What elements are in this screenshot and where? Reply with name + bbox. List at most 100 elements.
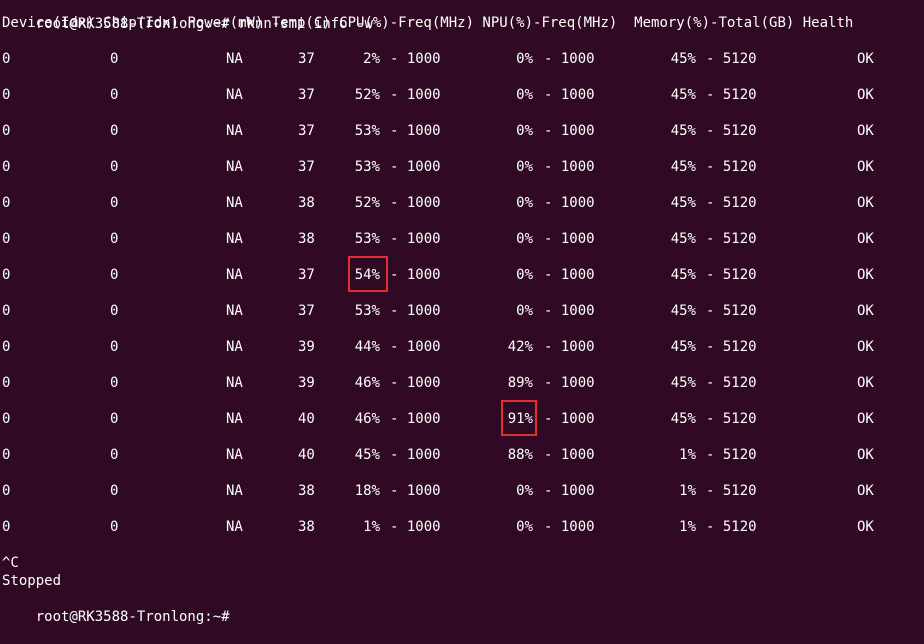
cell-chip: 0 [110, 339, 119, 355]
cell-device: 0 [2, 483, 11, 499]
cell-npu-freq: - 1000 [544, 483, 595, 499]
cell-mem-total: - 5120 [706, 87, 757, 103]
stopped-text: Stopped [2, 573, 62, 589]
cell-health: OK [857, 411, 874, 427]
final-prompt[interactable]: root@RK3588-Tronlong:~# [2, 590, 230, 625]
cell-power: NA [226, 195, 243, 211]
cell-chip: 0 [110, 411, 119, 427]
cell-chip: 0 [110, 267, 119, 283]
cell-npu-freq: - 1000 [544, 519, 595, 535]
cell-cpu-freq: - 1000 [390, 267, 441, 283]
cell-npu-freq: - 1000 [544, 231, 595, 247]
cell-npu: 88% [507, 447, 533, 463]
highlight-npu-91 [501, 400, 537, 436]
cell-npu: 0% [516, 51, 533, 67]
cell-npu: 0% [516, 195, 533, 211]
cell-mem-total: - 5120 [706, 447, 757, 463]
cell-npu-freq: - 1000 [544, 339, 595, 355]
cell-mem: 45% [670, 267, 696, 283]
cell-mem-total: - 5120 [706, 123, 757, 139]
cell-npu: 89% [507, 375, 533, 391]
cell-npu-freq: - 1000 [544, 159, 595, 175]
cell-npu: 0% [516, 519, 533, 535]
cell-cpu-freq: - 1000 [390, 339, 441, 355]
cell-temp: 40 [298, 411, 315, 427]
cell-cpu: 18% [354, 483, 380, 499]
cell-device: 0 [2, 519, 11, 535]
cell-npu-freq: - 1000 [544, 375, 595, 391]
cell-temp: 39 [298, 339, 315, 355]
cell-mem-total: - 5120 [706, 159, 757, 175]
cell-mem: 1% [679, 519, 696, 535]
cell-npu-freq: - 1000 [544, 411, 595, 427]
cell-npu: 0% [516, 159, 533, 175]
cell-temp: 39 [298, 375, 315, 391]
cell-mem-total: - 5120 [706, 303, 757, 319]
cell-temp: 37 [298, 51, 315, 67]
cell-mem-total: - 5120 [706, 483, 757, 499]
cell-power: NA [226, 447, 243, 463]
cell-npu: 0% [516, 231, 533, 247]
cell-cpu-freq: - 1000 [390, 447, 441, 463]
cell-mem-total: - 5120 [706, 267, 757, 283]
cell-mem-total: - 5120 [706, 519, 757, 535]
cell-npu-freq: - 1000 [544, 51, 595, 67]
cell-npu-freq: - 1000 [544, 195, 595, 211]
cell-cpu: 53% [354, 123, 380, 139]
cell-chip: 0 [110, 447, 119, 463]
cell-npu: 0% [516, 483, 533, 499]
cell-device: 0 [2, 375, 11, 391]
cell-power: NA [226, 267, 243, 283]
cell-mem: 45% [670, 123, 696, 139]
cell-device: 0 [2, 447, 11, 463]
cell-power: NA [226, 411, 243, 427]
cell-health: OK [857, 339, 874, 355]
cell-npu: 0% [516, 123, 533, 139]
cell-chip: 0 [110, 519, 119, 535]
cell-temp: 37 [298, 123, 315, 139]
cell-power: NA [226, 87, 243, 103]
cell-mem: 1% [679, 483, 696, 499]
cell-cpu-freq: - 1000 [390, 519, 441, 535]
cell-power: NA [226, 519, 243, 535]
cell-device: 0 [2, 87, 11, 103]
cell-device: 0 [2, 231, 11, 247]
cell-cpu-freq: - 1000 [390, 411, 441, 427]
cell-temp: 40 [298, 447, 315, 463]
cell-cpu-freq: - 1000 [390, 195, 441, 211]
cell-npu: 42% [507, 339, 533, 355]
cell-health: OK [857, 231, 874, 247]
cell-health: OK [857, 123, 874, 139]
cell-chip: 0 [110, 375, 119, 391]
cell-temp: 38 [298, 519, 315, 535]
cell-cpu: 44% [354, 339, 380, 355]
cell-mem: 45% [670, 51, 696, 67]
cell-power: NA [226, 339, 243, 355]
cell-npu-freq: - 1000 [544, 447, 595, 463]
cell-cpu-freq: - 1000 [390, 375, 441, 391]
cell-cpu-freq: - 1000 [390, 483, 441, 499]
cell-mem-total: - 5120 [706, 231, 757, 247]
cell-temp: 38 [298, 483, 315, 499]
cell-npu: 0% [516, 267, 533, 283]
cell-mem: 1% [679, 447, 696, 463]
cell-device: 0 [2, 51, 11, 67]
cell-npu-freq: - 1000 [544, 87, 595, 103]
cell-device: 0 [2, 267, 11, 283]
cell-chip: 0 [110, 231, 119, 247]
cell-cpu: 53% [354, 303, 380, 319]
cell-temp: 37 [298, 87, 315, 103]
table-header: Device(Idx) Chip(Idx) Power(mW) Temp(C) … [2, 15, 854, 31]
cell-cpu: 46% [354, 375, 380, 391]
cell-power: NA [226, 483, 243, 499]
cell-mem: 45% [670, 375, 696, 391]
cell-health: OK [857, 51, 874, 67]
cell-cpu: 1% [363, 519, 380, 535]
cell-chip: 0 [110, 87, 119, 103]
cell-health: OK [857, 519, 874, 535]
cell-chip: 0 [110, 483, 119, 499]
cell-cpu: 53% [354, 231, 380, 247]
cell-power: NA [226, 303, 243, 319]
cell-npu: 0% [516, 303, 533, 319]
terminal-window[interactable]: root@RK3588-Tronlong:~# rknn-smi info -w… [0, 0, 924, 625]
